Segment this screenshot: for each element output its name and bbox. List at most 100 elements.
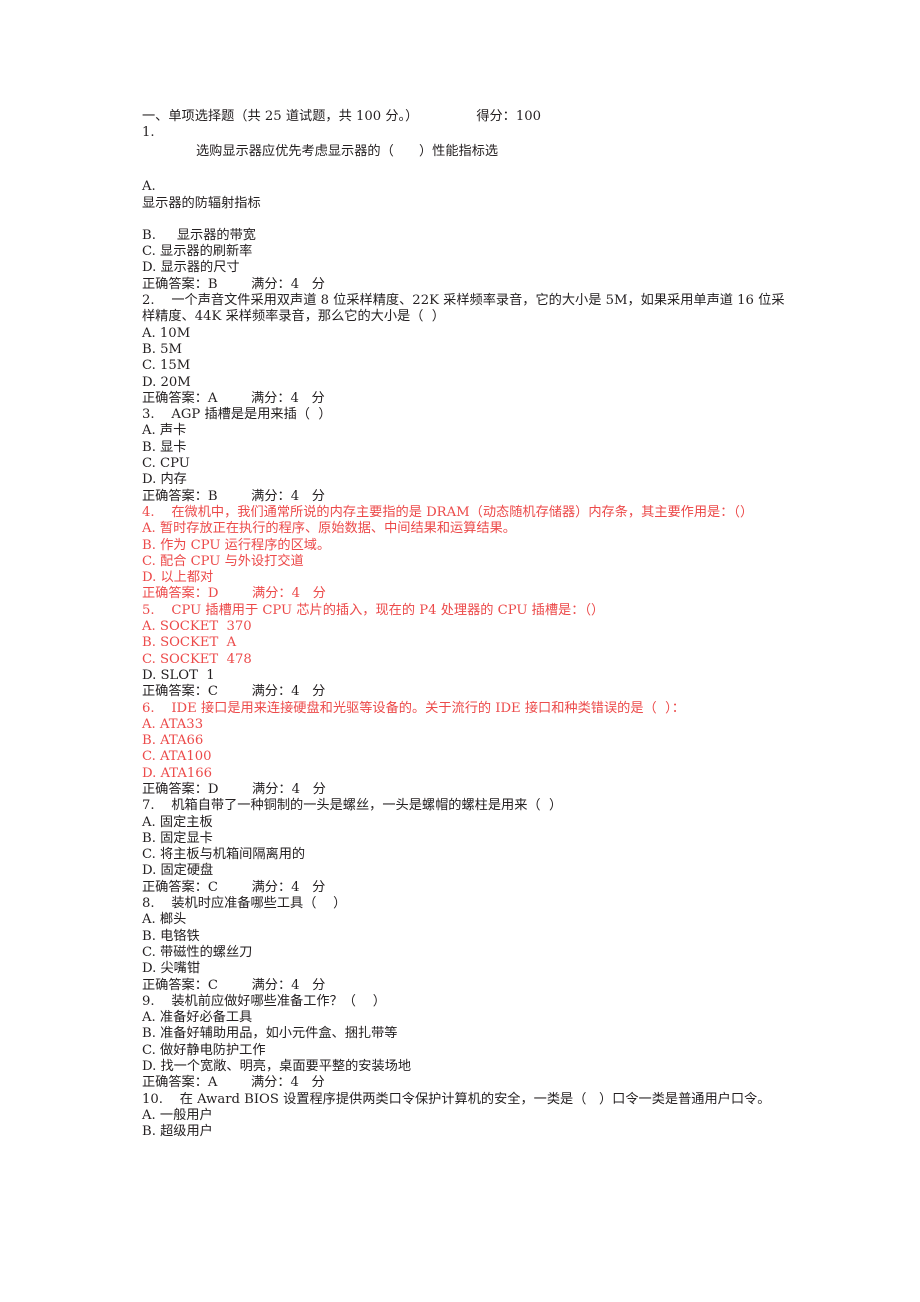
option-label: D.: [142, 667, 157, 683]
option-row[interactable]: B. 准备好辅助用品，如小元件盒、捆扎带等: [142, 1026, 794, 1042]
answer-line: 正确答案：B 满分：4 分: [142, 276, 325, 292]
option-text: 配合 CPU 与外设打交道: [155, 553, 304, 569]
option-row[interactable]: C. 带磁性的螺丝刀: [142, 945, 794, 961]
option-text: ATA66: [155, 733, 204, 749]
option-label[interactable]: A.: [142, 179, 794, 195]
option-text: 15M: [155, 358, 191, 374]
option-text: 作为 CPU 运行程序的区域。: [155, 537, 331, 553]
question-block: 8. 装机时应准备哪些工具（ ） A. 榔头 B. 电铬铁 C. 带磁性的螺丝刀 D. …: [142, 896, 794, 994]
option-row[interactable]: D. SLOT 1: [142, 668, 794, 684]
option-text: 内存: [156, 472, 187, 488]
option-row[interactable]: D. 显示器的尺寸: [142, 260, 794, 276]
option-row[interactable]: A. SOCKET 370: [142, 619, 794, 635]
option-text: 显卡: [155, 439, 187, 455]
option-label: A.: [142, 619, 156, 635]
option-text: ATA166: [156, 765, 213, 781]
option-row[interactable]: D. 20M: [142, 375, 794, 391]
option-text: 电铬铁: [155, 928, 200, 944]
option-label: C.: [142, 1042, 156, 1058]
option-row[interactable]: A. 榔头: [142, 912, 794, 928]
option-row[interactable]: C. 做好静电防护工作: [142, 1043, 794, 1059]
question-stem: 4. 在微机中，我们通常所说的内存主要指的是 DRAM（动态随机存储器）内存条，…: [142, 504, 754, 520]
option-label: B.: [142, 537, 156, 553]
option-text: 显示器的尺寸: [156, 260, 240, 276]
option-row[interactable]: B. 5M: [142, 342, 794, 358]
option-text[interactable]: 显示器的防辐射指标: [142, 196, 794, 212]
question-block: 9. 装机前应做好哪些准备工作？（ ） A. 准备好必备工具 B. 准备好辅助用品，…: [142, 994, 794, 1092]
option-row[interactable]: C. CPU: [142, 456, 794, 472]
option-row[interactable]: C. SOCKET 478: [142, 652, 794, 668]
option-text: 超级用户: [155, 1124, 213, 1140]
option-row[interactable]: A. 暂时存放正在执行的程序、原始数据、中间结果和运算结果。: [142, 521, 794, 537]
option-text: SOCKET 478: [155, 651, 252, 667]
option-row[interactable]: D. 找一个宽敞、明亮，桌面要平整的安装场地: [142, 1059, 794, 1075]
question-list: 1. 选购显示器应优先考虑显示器的（ ）性能指标选 A. 显示器的防辐射指标 B. 显示…: [142, 125, 794, 1141]
option-row[interactable]: C. 15M: [142, 358, 794, 374]
exam-content: 一、单项选择题（共 25 道试题，共 100 分。） 得分：100 1. 选购显示器…: [142, 108, 794, 1141]
option-row[interactable]: B. 作为 CPU 运行程序的区域。: [142, 538, 794, 554]
option-row[interactable]: C. 将主板与机箱间隔离用的: [142, 847, 794, 863]
option-text: 一般用户: [155, 1107, 213, 1123]
question-stem: 选购显示器应优先考虑显示器的（ ）性能指标选: [196, 144, 499, 160]
answer-line: 正确答案：C 满分：4 分: [142, 879, 326, 895]
answer-line: 正确答案：C 满分：4 分: [142, 977, 326, 993]
option-label: A.: [142, 814, 156, 830]
option-text: SOCKET 370: [155, 619, 252, 635]
option-text: 尖嘴钳: [156, 961, 201, 977]
option-label: C.: [142, 847, 156, 863]
question-stem: 7. 机箱自带了一种铜制的一头是螺丝，一头是螺帽的螺柱是用来（ ）: [142, 798, 563, 814]
option-row[interactable]: A. 10M: [142, 326, 794, 342]
option-row[interactable]: A. 固定主板: [142, 815, 794, 831]
question-block: 4. 在微机中，我们通常所说的内存主要指的是 DRAM（动态随机存储器）内存条，…: [142, 505, 794, 603]
option-text: 将主板与机箱间隔离用的: [155, 847, 306, 863]
option-label: D.: [142, 374, 157, 390]
answer-line: 正确答案：A 满分：4 分: [142, 1075, 325, 1091]
option-row[interactable]: D. ATA166: [142, 766, 794, 782]
option-label: D.: [142, 260, 157, 276]
option-label: D.: [142, 1059, 157, 1075]
option-row[interactable]: B. SOCKET A: [142, 635, 794, 651]
option-label: A.: [142, 1010, 156, 1026]
option-row[interactable]: B. 电铬铁: [142, 929, 794, 945]
option-row[interactable]: B. 显卡: [142, 440, 794, 456]
option-text: 20M: [156, 374, 191, 390]
option-label: A.: [142, 423, 156, 439]
option-row[interactable]: A. 一般用户: [142, 1108, 794, 1124]
question-block: 10. 在 Award BIOS 设置程序提供两类口令保护计算机的安全，一类是（…: [142, 1092, 794, 1141]
option-row[interactable]: D. 固定硬盘: [142, 863, 794, 879]
option-label: C.: [142, 651, 156, 667]
option-label: D.: [142, 863, 157, 879]
option-row[interactable]: B. 固定显卡: [142, 831, 794, 847]
option-label: B.: [142, 439, 156, 455]
option-row[interactable]: D. 内存: [142, 472, 794, 488]
question-stem: 8. 装机时应准备哪些工具（ ）: [142, 896, 347, 912]
option-text: ATA100: [155, 749, 212, 765]
option-label: A.: [142, 521, 156, 537]
option-text: ATA33: [155, 716, 204, 732]
score-label: 得分：100: [476, 109, 542, 124]
answer-line: 正确答案：B 满分：4 分: [142, 488, 325, 504]
option-row[interactable]: A. 准备好必备工具: [142, 1010, 794, 1026]
option-text: 固定硬盘: [156, 863, 214, 879]
question-stem: 10. 在 Award BIOS 设置程序提供两类口令保护计算机的安全，一类是（…: [142, 1091, 771, 1107]
option-row[interactable]: D. 尖嘴钳: [142, 961, 794, 977]
option-row[interactable]: C. ATA100: [142, 749, 794, 765]
option-row[interactable]: C. 配合 CPU 与外设打交道: [142, 554, 794, 570]
option-row[interactable]: C. 显示器的刷新率: [142, 244, 794, 260]
option-label: B.: [142, 341, 156, 357]
option-label: B.: [142, 830, 156, 846]
option-text: 显示器的带宽: [155, 227, 256, 243]
option-row[interactable]: B. 超级用户: [142, 1124, 794, 1140]
option-row[interactable]: A. 声卡: [142, 423, 794, 439]
option-row[interactable]: D. 以上都对: [142, 570, 794, 586]
option-text: 找一个宽敞、明亮，桌面要平整的安装场地: [156, 1059, 412, 1075]
question-block: 7. 机箱自带了一种铜制的一头是螺丝，一头是螺帽的螺柱是用来（ ） A. 固定主板…: [142, 798, 794, 896]
option-row[interactable]: B. ATA66: [142, 733, 794, 749]
option-text: 做好静电防护工作: [155, 1042, 266, 1058]
section-title: 一、单项选择题（共 25 道试题，共 100 分。）: [142, 109, 419, 124]
option-label: A.: [142, 716, 156, 732]
option-label: C.: [142, 244, 156, 260]
option-label: A.: [142, 325, 156, 341]
option-row[interactable]: A. ATA33: [142, 717, 794, 733]
option-row[interactable]: B. 显示器的带宽: [142, 228, 794, 244]
